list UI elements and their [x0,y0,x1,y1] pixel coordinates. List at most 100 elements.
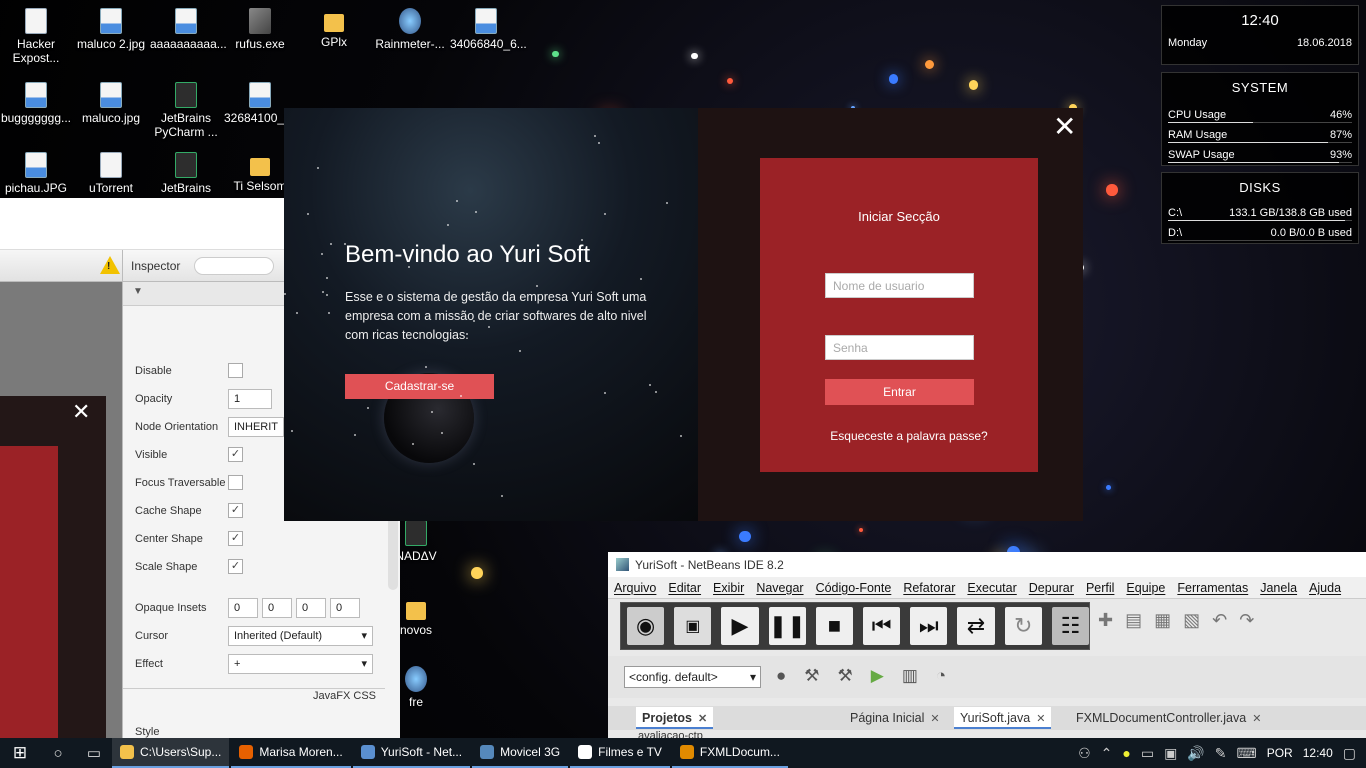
pause-icon[interactable]: ❚❚ [768,607,806,645]
language-indicator[interactable]: POR [1267,746,1293,760]
run-project-icon[interactable]: ▶ [871,666,884,686]
play-icon[interactable]: ▶ [721,607,759,645]
inset-field[interactable]: 0 [330,598,360,618]
notifications-icon[interactable]: ▢ [1343,745,1356,762]
debug-project-icon[interactable]: ▥ [902,666,918,686]
menu-item[interactable]: Ajuda [1303,581,1347,595]
close-icon[interactable]: ✕ [1252,713,1261,725]
menu-item[interactable]: Executar [961,581,1022,595]
close-icon[interactable]: ✕ [1053,110,1076,143]
property-checkbox[interactable]: ✓ [228,559,243,574]
network-icon[interactable]: ▣ [1164,745,1177,762]
pen-icon[interactable]: ✎ [1215,745,1227,762]
new-file-icon[interactable]: ✚ [1098,610,1113,631]
taskbar-app[interactable]: FXMLDocum... [671,738,788,768]
desktop-icon[interactable]: pichau.JPG [0,152,72,195]
login-button[interactable]: Entrar [825,379,974,405]
close-project-icon[interactable]: ▧ [1183,610,1200,631]
inset-field[interactable]: 0 [296,598,326,618]
previous-icon[interactable]: ⏮ [863,607,901,645]
desktop-icon[interactable]: buggggggg... [0,82,72,125]
menu-item[interactable]: Perfil [1080,581,1120,595]
tab-projects[interactable]: Projetos ✕ [636,707,714,729]
tab-start-page[interactable]: Página Inicial ✕ [844,707,946,729]
close-icon[interactable]: ✕ [698,713,707,725]
shuffle-icon[interactable]: ⇄ [957,607,995,645]
inset-field[interactable]: 0 [262,598,292,618]
desktop-icon[interactable]: Hacker Expost... [0,8,72,65]
property-select[interactable]: + ▾ [228,654,373,674]
close-icon[interactable]: ✕ [930,713,939,725]
desktop-icon[interactable]: rufus.exe [224,8,296,51]
clean-build-icon[interactable]: ⚒ [838,666,853,686]
redo-icon[interactable]: ↷ [1239,610,1254,631]
tab-yurisoft-java[interactable]: YuriSoft.java ✕ [954,707,1052,729]
menu-item[interactable]: Editar [662,581,707,595]
globe-icon[interactable]: ● [776,666,786,686]
property-checkbox[interactable]: ✓ [228,531,243,546]
taskbar-app[interactable]: Filmes e TV [570,738,670,768]
property-checkbox[interactable]: ✓ [228,503,243,518]
volume-icon[interactable]: 🔊 [1187,745,1204,762]
menu-item[interactable]: Exibir [707,581,750,595]
property-checkbox[interactable] [228,363,243,378]
menu-item[interactable]: Ferramentas [1171,581,1254,595]
keyboard-icon[interactable]: ⌨ [1237,745,1257,762]
build-hammer-icon[interactable]: ⚒ [804,666,819,686]
forgot-password-link[interactable]: Esqueceste a palavra passe? [760,429,1038,443]
profile-project-icon[interactable]: ◔ [936,666,946,686]
close-icon[interactable]: ✕ [1036,713,1045,725]
taskbar-app[interactable]: Movicel 3G [472,738,569,768]
property-checkbox[interactable]: ✓ [228,447,243,462]
desktop-icon[interactable]: maluco.jpg [75,82,147,125]
desktop-icon[interactable]: 34066840_6... [450,8,527,51]
signup-button[interactable]: Cadastrar-se [345,374,494,399]
menu-item[interactable]: Janela [1254,581,1303,595]
password-input[interactable] [825,335,974,360]
screenshot-icon[interactable]: ▣ [674,607,712,645]
desktop-icon[interactable]: JetBrains [150,152,222,195]
preview-close-icon[interactable]: ✕ [72,400,90,425]
property-field[interactable]: 1 [228,389,272,409]
next-icon[interactable]: ⏭ [910,607,948,645]
show-hidden-icon[interactable]: ⌃ [1101,745,1113,762]
warning-icon[interactable]: ! [100,256,120,274]
desktop-icon[interactable]: Rainmeter-... [374,8,446,51]
people-icon[interactable]: ⚇ [1078,745,1091,762]
new-project-icon[interactable]: ▤ [1125,610,1142,631]
desktop-icon[interactable]: JetBrains PyCharm ... [150,82,222,139]
windows-start-icon[interactable]: ⊞ [0,738,40,768]
undo-icon[interactable]: ↶ [1212,610,1227,631]
taskbar-app[interactable]: Marisa Moren... [231,738,351,768]
taskbar-app[interactable]: YuriSoft - Net... [352,738,471,768]
menu-item[interactable]: Navegar [750,581,809,595]
netbeans-titlebar[interactable]: YuriSoft - NetBeans IDE 8.2 [608,552,1366,577]
property-field[interactable]: INHERIT [228,417,284,437]
desktop-icon[interactable]: maluco 2.jpg [75,8,147,51]
desktop-icon[interactable]: GPlx [298,8,370,49]
menu-item[interactable]: Código-Fonte [810,581,898,595]
tab-controller-java[interactable]: FXMLDocumentController.java ✕ [1070,707,1267,729]
username-input[interactable] [825,273,974,298]
menu-item[interactable]: Arquivo [608,581,662,595]
taskbar-app[interactable]: C:\Users\Sup... [112,738,230,768]
inspector-search[interactable] [194,256,275,275]
record-icon[interactable]: ◉ [627,607,665,645]
desktop-icon[interactable]: aaaaaaaaaa... [150,8,227,51]
desktop-icon[interactable]: uTorrent [75,152,147,195]
menu-item[interactable]: Depurar [1023,581,1080,595]
tray-app-icon[interactable]: ● [1122,745,1130,761]
inset-field[interactable]: 0 [228,598,258,618]
search-icon[interactable]: ○ [40,738,76,768]
usb-icon[interactable]: ▭ [1141,745,1154,762]
stop-icon[interactable]: ■ [815,607,854,645]
property-select[interactable]: Inherited (Default) ▾ [228,626,373,646]
menu-item[interactable]: Equipe [1120,581,1171,595]
equalizer-icon[interactable]: ☷ [1051,607,1090,645]
taskbar-clock[interactable]: 12:40 [1303,746,1333,760]
open-project-icon[interactable]: ▦ [1154,610,1171,631]
config-select[interactable]: <config. default> [624,666,761,688]
property-checkbox[interactable] [228,475,243,490]
menu-item[interactable]: Refatorar [897,581,961,595]
task-view-icon[interactable]: ▭ [76,738,112,768]
